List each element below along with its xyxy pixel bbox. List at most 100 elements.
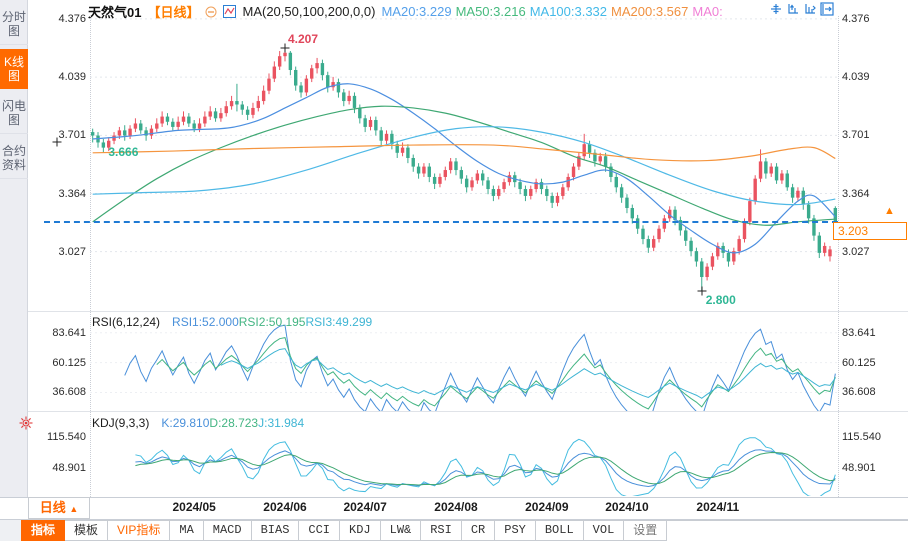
candle-body: [342, 92, 346, 102]
candle-body: [256, 101, 260, 108]
y-axis-tick: 48.901: [52, 461, 86, 474]
candle-body: [112, 135, 116, 141]
candle-body: [197, 123, 202, 129]
pan-right-icon[interactable]: [820, 2, 834, 16]
y-axis-tick: 36.608: [842, 386, 876, 399]
sidebar-item-active[interactable]: K线图: [0, 49, 28, 89]
candle-body: [411, 157, 415, 167]
candle-body: [160, 116, 164, 124]
sidebar-item-option[interactable]: 分时图: [0, 4, 28, 45]
tab-MACD[interactable]: MACD: [203, 520, 252, 541]
candle-body: [368, 120, 373, 127]
tab-KDJ[interactable]: KDJ: [340, 520, 381, 541]
y-axis-tick: 115.540: [842, 431, 881, 444]
x-axis-label: 2024/06: [263, 500, 307, 514]
candle-body: [438, 176, 442, 184]
candle-body: [299, 85, 303, 93]
candle-body: [454, 161, 458, 171]
candle-body: [828, 249, 832, 257]
tabbar-spacer: [0, 520, 21, 541]
tab-VOL[interactable]: VOL: [583, 520, 625, 541]
tab-RSI[interactable]: RSI: [421, 520, 462, 541]
rsi1-line: [124, 324, 836, 411]
crosshair-icon[interactable]: [769, 2, 783, 16]
candle-body: [374, 120, 378, 131]
tab-BOLL[interactable]: BOLL: [535, 520, 584, 541]
candle-body: [277, 56, 282, 67]
candle-body: [742, 221, 747, 240]
tab-LW&[interactable]: LW&: [380, 520, 422, 541]
candle-body: [315, 63, 319, 69]
candle-body: [320, 63, 325, 76]
tab-设置[interactable]: 设置: [624, 520, 668, 541]
tab-PSY[interactable]: PSY: [495, 520, 536, 541]
tab-模板[interactable]: 模板: [65, 520, 109, 541]
right-axis-border: [838, 16, 839, 497]
tab-VIP指标[interactable]: VIP指标: [108, 520, 171, 541]
candle-body: [304, 78, 309, 93]
rsi-header: RSI(6,12,24) RSI1:52.000RSI2:50.195RSI3:…: [92, 315, 372, 329]
candle-body: [497, 189, 501, 196]
candle-body: [475, 173, 480, 181]
candle-body: [128, 128, 132, 136]
candle-body: [117, 130, 122, 136]
tab-指标[interactable]: 指标: [21, 520, 66, 541]
candle-body: [139, 123, 143, 131]
candle-body: [187, 116, 191, 124]
candle-body: [481, 173, 485, 181]
candle-body: [710, 256, 715, 267]
candle-body: [245, 109, 250, 115]
ma200-line: [92, 144, 836, 162]
period-selector-button[interactable]: 日线 ▲: [28, 497, 90, 519]
tab-CR[interactable]: CR: [461, 520, 496, 541]
candle-body: [261, 90, 266, 102]
candle-body: [400, 147, 405, 153]
chart-toolbar: [769, 2, 834, 16]
candle-body: [529, 189, 533, 196]
candle-body: [635, 218, 640, 229]
candle-body: [379, 130, 383, 141]
candlestick-chart[interactable]: [90, 16, 838, 311]
zoom-axis-in-icon[interactable]: [786, 2, 800, 16]
y-axis-tick: 3.364: [58, 187, 86, 200]
kdj-values-group: K:29.810D:28.723J:31.984: [161, 416, 304, 430]
candle-body: [700, 261, 704, 278]
tab-MA[interactable]: MA: [170, 520, 204, 541]
zoom-axis-out-icon[interactable]: [803, 2, 817, 16]
y-axis-tick: 36.608: [52, 386, 86, 399]
candle-body: [502, 182, 506, 190]
candle-body: [352, 95, 357, 108]
indicator-value: RSI1:52.000: [172, 315, 239, 329]
candle-body: [192, 123, 196, 129]
candle-body: [459, 170, 464, 179]
tab-BIAS[interactable]: BIAS: [251, 520, 300, 541]
candle-body: [267, 78, 271, 91]
y-axis-tick: 4.376: [842, 12, 870, 25]
indicator-settings-icon[interactable]: [19, 416, 33, 430]
candle-body: [780, 173, 784, 181]
candle-body: [288, 52, 293, 70]
low-cross-marker: [697, 286, 707, 296]
candle-body: [657, 228, 661, 240]
y-axis-tick: 3.027: [58, 245, 86, 258]
rsi-values-group: RSI1:52.000RSI2:50.195RSI3:49.299: [172, 315, 372, 329]
candle-body: [518, 182, 522, 190]
candle-body: [582, 144, 586, 157]
candle-body: [272, 66, 277, 79]
candle-body: [507, 175, 512, 183]
candle-body: [443, 170, 447, 177]
ma20-line: [92, 83, 836, 254]
candle-body: [283, 52, 287, 57]
candle-body: [545, 189, 549, 196]
sidebar-item-option[interactable]: 合约资料: [0, 138, 28, 179]
candle-body: [758, 161, 763, 179]
sidebar-item-option[interactable]: 闪电图: [0, 93, 28, 134]
candle-body: [235, 101, 239, 105]
candle-body: [630, 208, 634, 219]
y-axis-tick: 60.125: [842, 356, 876, 369]
candle-body: [422, 166, 426, 174]
candle-body: [785, 173, 789, 188]
candle-body: [470, 180, 474, 188]
tab-CCI[interactable]: CCI: [299, 520, 341, 541]
y-axis-tick: 60.125: [52, 356, 86, 369]
